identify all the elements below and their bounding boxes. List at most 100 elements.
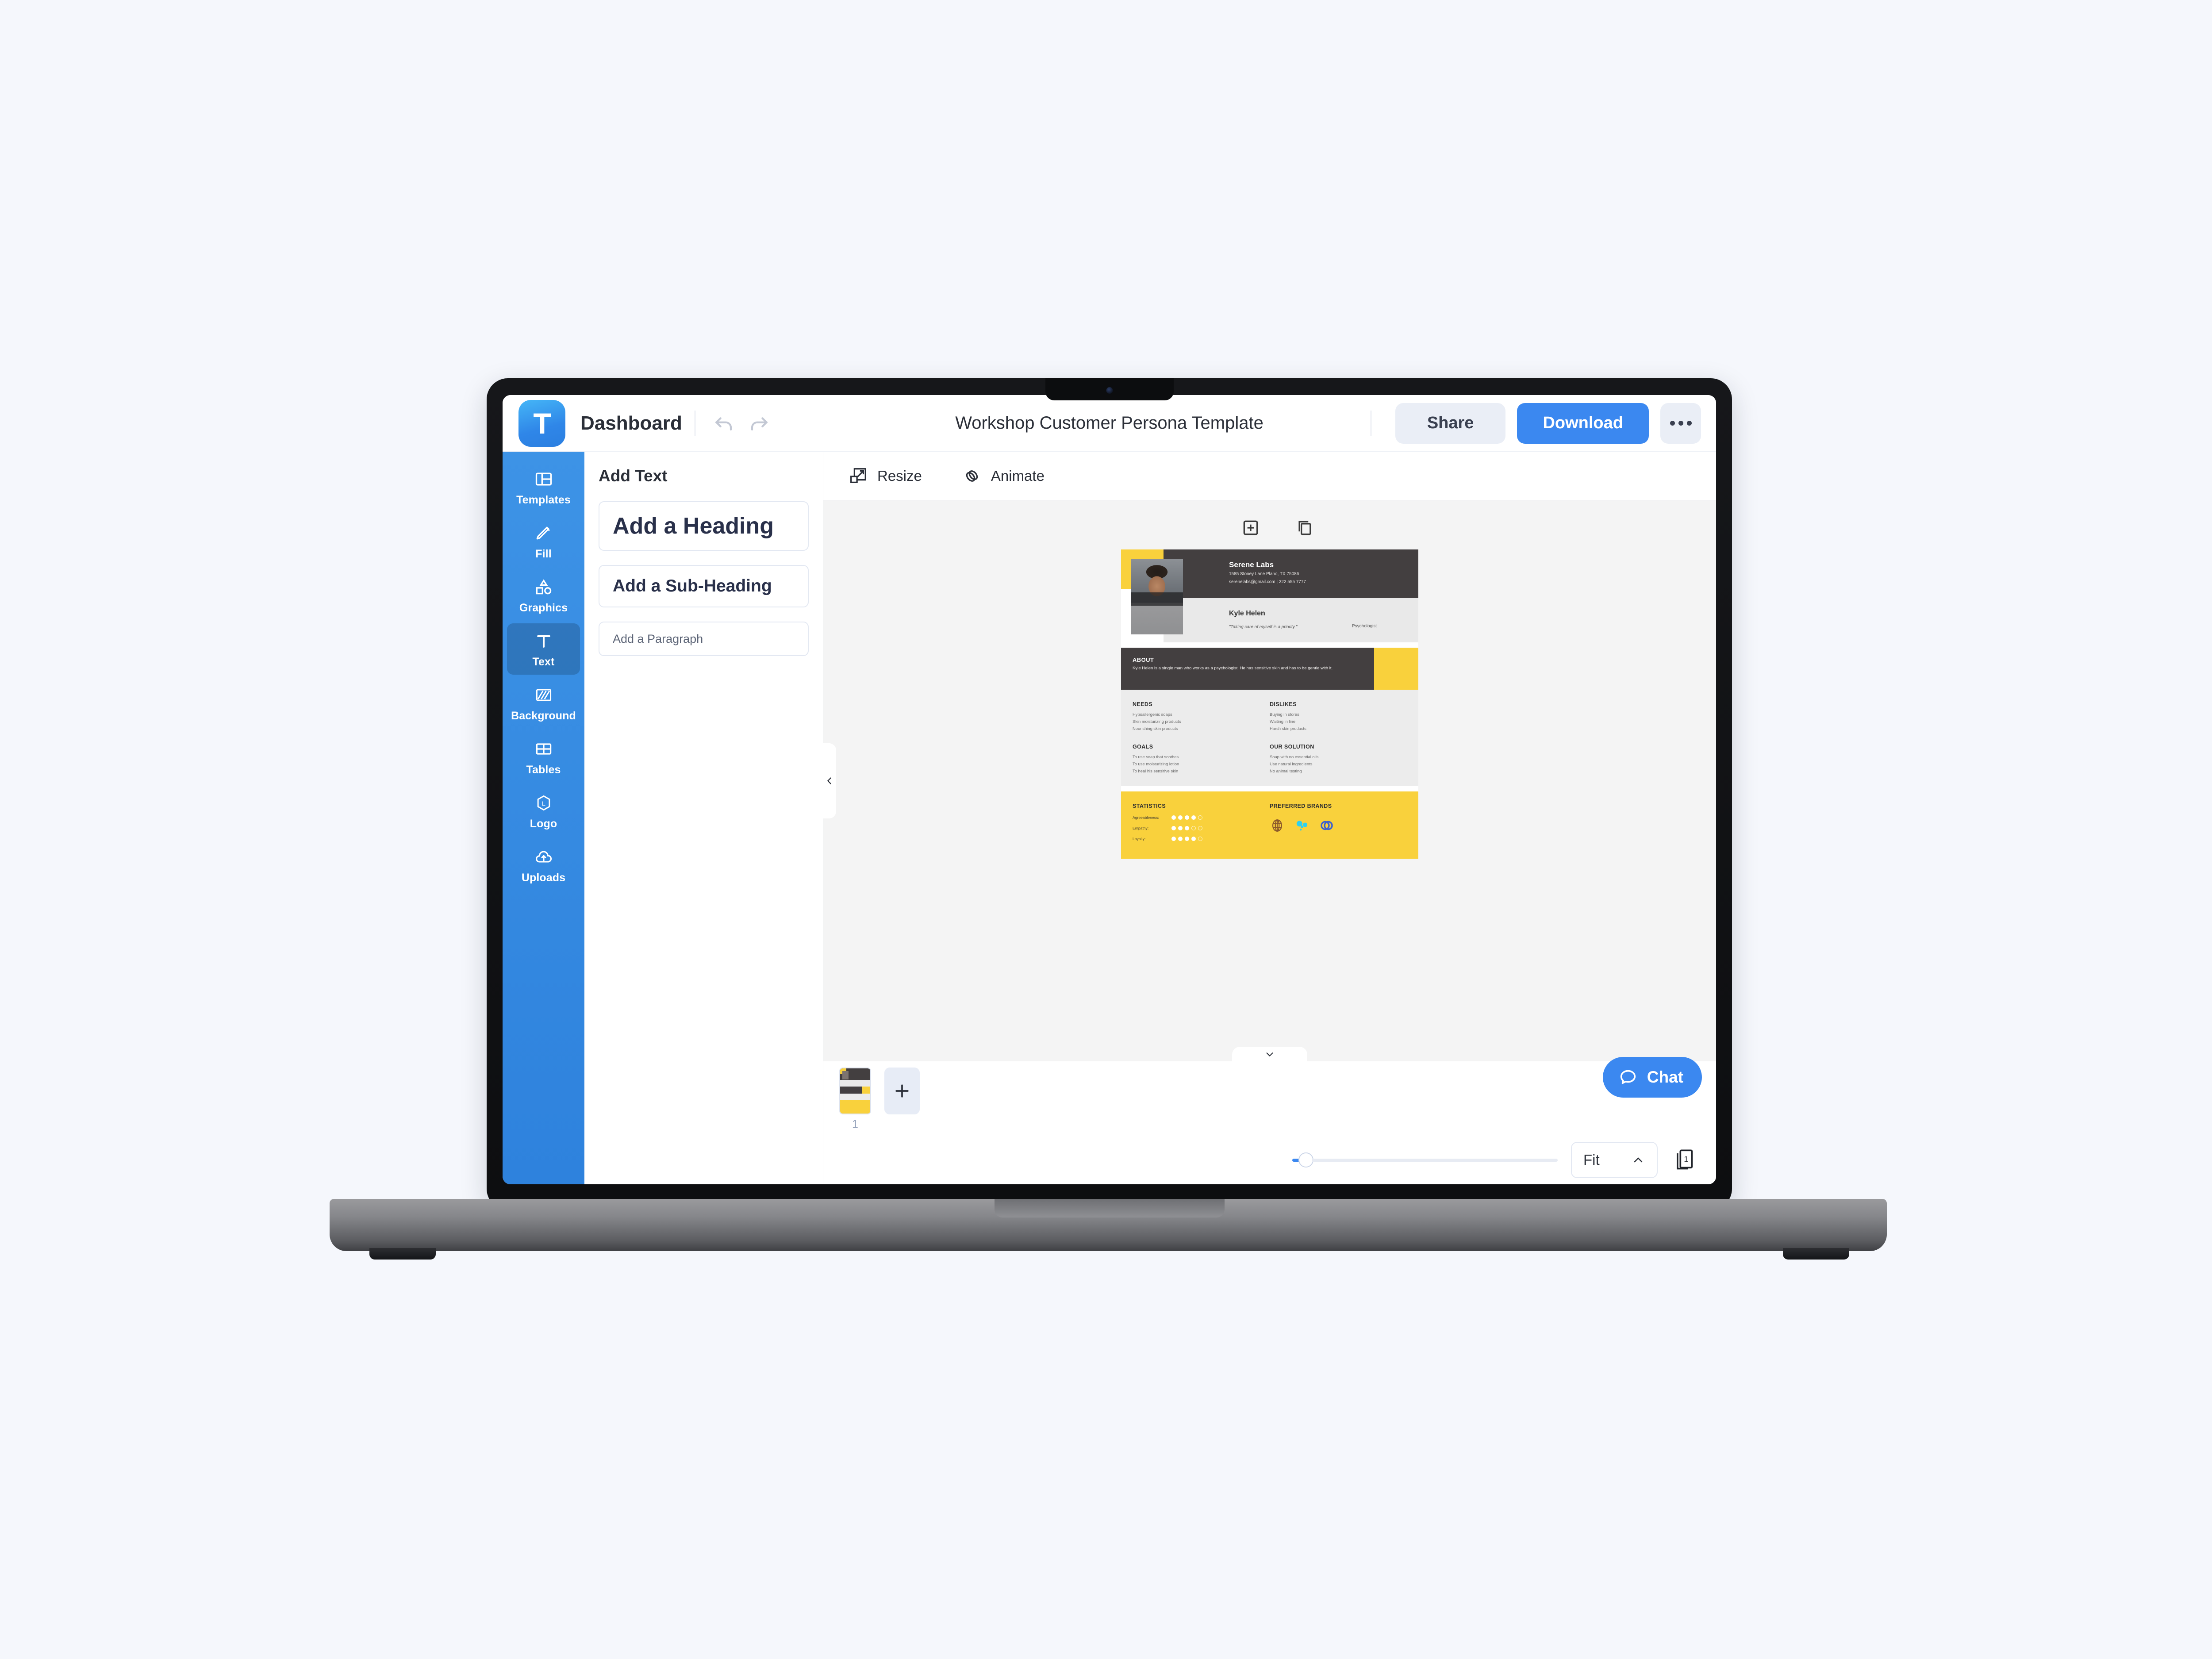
persona-photo [1131, 559, 1183, 634]
list-item: To use soap that soothes [1133, 754, 1179, 759]
column-title: GOALS [1133, 743, 1153, 750]
interlocking-circles-icon [1319, 818, 1334, 833]
sidebar-item-fill[interactable]: Fill [507, 515, 580, 567]
column-our-solution: OUR SOLUTION Soap with no essential oils… [1270, 744, 1407, 775]
more-options-button[interactable] [1660, 403, 1701, 444]
stat-dots [1171, 826, 1202, 830]
list-item: To use moisturizing lotion [1133, 761, 1179, 766]
list-item: Skin moisturizing products [1133, 718, 1181, 724]
persona-identity: Kyle Helen "Taking care of myself is a p… [1229, 610, 1352, 642]
sidebar-item-uploads[interactable]: Uploads [507, 839, 580, 891]
zoom-slider-knob[interactable] [1298, 1152, 1313, 1167]
zoom-level-select[interactable]: Fit [1571, 1142, 1658, 1178]
column-list: Hypoallergenic soaps Skin moisturizing p… [1133, 711, 1270, 732]
about-body: Kyle Helen is a single man who works as … [1133, 666, 1333, 671]
stat-label: Loyalty: [1133, 836, 1146, 841]
about-accent-block [1374, 648, 1418, 690]
canvas-area: Resize Animate Serene Labs 1585 Stoney L… [823, 452, 1716, 1184]
column-title: DISLIKES [1270, 701, 1297, 707]
persona-quote: "Taking care of myself is a priority." [1229, 625, 1298, 630]
statistics-section: STATISTICS Agreeableness: Empathy: Loyal… [1121, 791, 1418, 859]
pages-count-icon: 1 [1676, 1149, 1693, 1170]
page-number-label: 1 [852, 1118, 858, 1130]
add-page-thumb-button[interactable] [884, 1068, 920, 1114]
zoom-slider[interactable] [1292, 1152, 1558, 1167]
add-heading-button[interactable]: Add a Heading [599, 501, 809, 551]
resize-label: Resize [877, 467, 922, 484]
background-icon [533, 684, 554, 706]
animate-button[interactable]: Animate [962, 466, 1045, 486]
stat-dots [1171, 815, 1202, 820]
column-dislikes: DISLIKES Buying in stores Waiting in lin… [1270, 701, 1407, 732]
ellipsis-icon [1686, 421, 1692, 426]
chevron-left-icon [827, 777, 831, 784]
sidebar-item-text[interactable]: Text [507, 623, 580, 675]
chevron-down-icon [1266, 1052, 1273, 1057]
animate-icon [966, 470, 978, 482]
dashboard-link[interactable]: Dashboard [580, 412, 682, 434]
canvas-toolbar: Resize Animate [823, 452, 1716, 500]
persona-role: Psychologist [1352, 624, 1377, 629]
statistics-block: STATISTICS Agreeableness: Empathy: Loyal… [1133, 803, 1270, 841]
app-logo[interactable]: T [518, 399, 565, 447]
expand-canvas-button[interactable] [1232, 1047, 1307, 1062]
persona-columns: NEEDS Hypoallergenic soaps Skin moisturi… [1121, 690, 1418, 786]
app-body: Templates Fill Graphics Text Background … [503, 452, 1716, 1184]
stat-row: Loyalty: [1133, 836, 1270, 841]
redo-button[interactable] [741, 407, 775, 440]
share-button[interactable]: Share [1395, 403, 1506, 444]
collapse-panel-button[interactable] [823, 743, 836, 818]
text-icon [533, 630, 554, 652]
chat-bubble-icon [1620, 1070, 1636, 1084]
sidebar-item-label: Logo [530, 818, 557, 830]
persona-design[interactable]: Serene Labs 1585 Stoney Lane Plano, TX 7… [1121, 549, 1418, 859]
resize-icon [850, 468, 866, 483]
svg-text:1: 1 [1684, 1154, 1688, 1164]
column-goals: GOALS To use soap that soothes To use mo… [1133, 744, 1270, 775]
sidebar-item-tables[interactable]: Tables [507, 731, 580, 783]
sidebar-item-graphics[interactable]: Graphics [507, 569, 580, 621]
logo-icon: L [533, 792, 554, 814]
sidebar-item-label: Text [532, 656, 555, 668]
bottom-bar: Fit 1 [823, 1136, 1716, 1184]
laptop-lid: T Dashboard Workshop Customer Persona Te… [487, 378, 1732, 1210]
resize-button[interactable]: Resize [848, 466, 922, 486]
column-list: Buying in stores Waiting in line Harsh s… [1270, 711, 1407, 732]
list-item: Use natural ingredients [1270, 761, 1313, 766]
plus-icon [895, 1084, 909, 1098]
brand-address: 1585 Stoney Lane Plano, TX 75086 [1229, 571, 1299, 576]
upload-cloud-icon [533, 846, 554, 868]
undo-button[interactable] [708, 407, 741, 440]
chat-button[interactable]: Chat [1602, 1057, 1702, 1098]
laptop-mockup: T Dashboard Workshop Customer Persona Te… [330, 378, 1887, 1260]
sidebar-item-label: Templates [516, 494, 571, 506]
panel-title: Add Text [599, 467, 668, 485]
duplicate-page-button[interactable] [1295, 518, 1314, 540]
column-list: Soap with no essential oils Use natural … [1270, 753, 1407, 775]
add-page-button[interactable] [1241, 518, 1260, 540]
about-row: ABOUT Kyle Helen is a single man who wor… [1121, 648, 1418, 690]
canvas-stage: Serene Labs 1585 Stoney Lane Plano, TX 7… [823, 500, 1716, 1062]
canvas-page-actions [823, 518, 1716, 540]
pages-count-button[interactable]: 1 [1671, 1144, 1697, 1175]
zoom-slider-track [1312, 1158, 1558, 1162]
sidebar-item-logo[interactable]: L Logo [507, 785, 580, 837]
download-button[interactable]: Download [1517, 403, 1649, 444]
sidebar-item-background[interactable]: Background [507, 677, 580, 729]
page-thumbnail[interactable]: 1 [839, 1068, 871, 1131]
list-item: No animal testing [1270, 768, 1302, 773]
statistics-title: STATISTICS [1133, 803, 1166, 809]
column-needs: NEEDS Hypoallergenic soaps Skin moisturi… [1133, 701, 1270, 732]
brand-logos [1270, 818, 1407, 833]
laptop-screen: T Dashboard Workshop Customer Persona Te… [503, 395, 1716, 1184]
sidebar-item-templates[interactable]: Templates [507, 461, 580, 513]
add-subheading-button[interactable]: Add a Sub-Heading [599, 565, 809, 607]
sidebar-item-label: Tables [526, 764, 561, 776]
brand-name: Serene Labs [1229, 561, 1274, 569]
preferred-brands-block: PREFERRED BRANDS [1270, 803, 1407, 841]
list-item: Hypoallergenic soaps [1133, 712, 1172, 717]
add-paragraph-button[interactable]: Add a Paragraph [599, 622, 809, 656]
templates-icon [533, 469, 554, 490]
about-title: ABOUT [1133, 657, 1154, 663]
svg-text:L: L [541, 800, 545, 807]
